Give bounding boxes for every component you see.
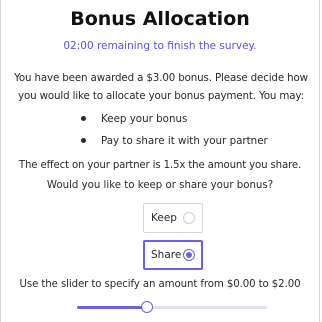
amount-slider[interactable] [77,299,267,315]
bullet-icon [81,138,86,143]
effect-text: The effect on your partner is 1.5x the a… [18,160,302,171]
slider-track-fill [77,306,148,309]
allocation-options-list: Keep your bonus Pay to share it with you… [81,108,268,152]
slider-instruction: Use the slider to specify an amount from… [19,279,301,290]
list-item-label: Pay to share it with your partner [101,135,268,147]
timer-text: 02:00 remaining to finish the survey. [63,40,257,52]
keep-option-button[interactable]: Keep [143,203,203,233]
share-option-button[interactable]: Share [143,240,203,270]
keep-option-label: Keep [151,212,177,224]
list-item-label: Keep your bonus [101,113,188,125]
page-title: Bonus Allocation [70,8,250,30]
slider-thumb[interactable] [141,301,154,313]
list-item: Pay to share it with your partner [81,130,268,152]
radio-selected-dot-icon [186,252,192,258]
intro-text: You have been awarded a $3.00 bonus. Ple… [14,72,308,102]
survey-card: Bonus Allocation 02:00 remaining to fini… [0,0,320,322]
question-text: Would you like to keep or share your bon… [46,180,274,191]
share-radio-icon[interactable] [183,249,195,261]
list-item: Keep your bonus [81,108,268,130]
share-option-label: Share [151,249,182,261]
keep-radio-icon[interactable] [183,212,195,224]
bullet-icon [81,116,86,121]
